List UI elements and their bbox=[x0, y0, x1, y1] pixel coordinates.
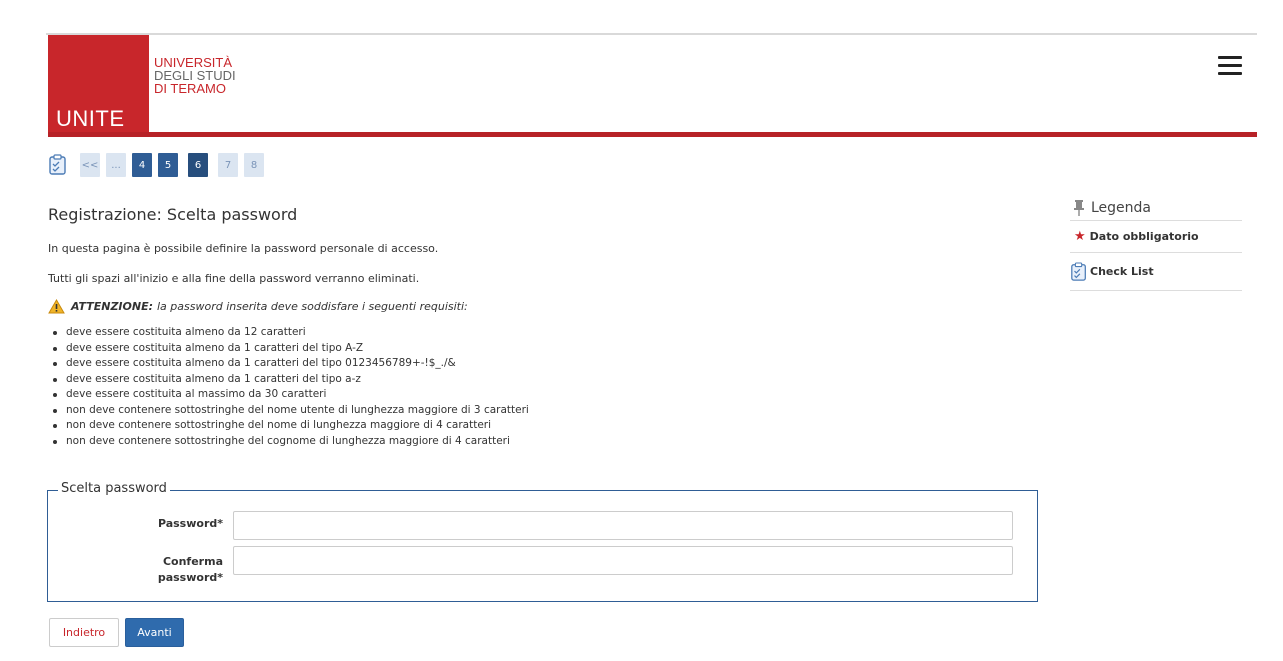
required-star-icon: ★ bbox=[1074, 229, 1086, 244]
warning-message: ATTENZIONE: la password inserita deve so… bbox=[48, 299, 468, 314]
pin-icon bbox=[1074, 199, 1084, 216]
warning-label: ATTENZIONE: bbox=[71, 300, 153, 313]
list-item: deve essere costituita almeno da 1 carat… bbox=[48, 356, 529, 372]
list-item: deve essere costituita al massimo da 30 … bbox=[48, 387, 529, 403]
hamburger-menu-icon[interactable] bbox=[1218, 56, 1242, 76]
warning-icon bbox=[48, 299, 65, 314]
unite-logo[interactable]: UNITE bbox=[48, 35, 149, 132]
list-item: non deve contenere sottostringhe del nom… bbox=[48, 418, 529, 434]
step-ellipsis[interactable]: ... bbox=[106, 153, 126, 177]
warning-text: la password inserita deve soddisfare i s… bbox=[156, 300, 468, 313]
page-title: Registrazione: Scelta password bbox=[48, 205, 298, 224]
logo-line-3: DI TERAMO bbox=[154, 81, 226, 96]
legend-header: Legenda bbox=[1070, 195, 1242, 221]
step-navigation: << ... 4 5 6 7 8 bbox=[48, 152, 270, 178]
legend-checklist-text: Check List bbox=[1090, 265, 1154, 278]
legend-panel: Legenda ★ Dato obbligatorio Check List bbox=[1070, 195, 1242, 291]
step-first[interactable]: << bbox=[80, 153, 100, 177]
password-input[interactable] bbox=[233, 511, 1013, 540]
step-5[interactable]: 5 bbox=[158, 153, 178, 177]
password-fieldset: Scelta password Password* Conferma passw… bbox=[47, 481, 1038, 602]
requirements-list: deve essere costituita almeno da 12 cara… bbox=[48, 325, 529, 449]
legend-required-text: Dato obbligatorio bbox=[1089, 230, 1199, 243]
step-8[interactable]: 8 bbox=[244, 153, 264, 177]
password-label: Password* bbox=[157, 517, 223, 530]
university-name: UNIVERSITÀ DEGLI STUDI DI TERAMO bbox=[154, 56, 236, 95]
confirm-label-line-2: password* bbox=[157, 571, 223, 584]
checklist-icon bbox=[1071, 261, 1086, 281]
step-7[interactable]: 7 bbox=[218, 153, 238, 177]
legend-required: ★ Dato obbligatorio bbox=[1070, 221, 1242, 253]
back-button[interactable]: Indietro bbox=[49, 618, 119, 647]
step-4[interactable]: 4 bbox=[132, 153, 152, 177]
legend-title: Legenda bbox=[1091, 199, 1152, 216]
checklist-icon[interactable] bbox=[48, 154, 68, 176]
list-item: deve essere costituita almeno da 1 carat… bbox=[48, 372, 529, 388]
step-6-current[interactable]: 6 bbox=[188, 153, 208, 177]
intro-text-2: Tutti gli spazi all'inizio e alla fine d… bbox=[48, 272, 420, 285]
confirm-password-input[interactable] bbox=[233, 546, 1013, 575]
list-item: non deve contenere sottostringhe del cog… bbox=[48, 434, 529, 450]
intro-text-1: In questa pagina è possibile definire la… bbox=[48, 242, 439, 255]
legend-checklist[interactable]: Check List bbox=[1070, 253, 1242, 291]
list-item: non deve contenere sottostringhe del nom… bbox=[48, 403, 529, 419]
top-divider bbox=[46, 33, 1257, 35]
header-bar bbox=[48, 132, 1257, 137]
list-item: deve essere costituita almeno da 12 cara… bbox=[48, 325, 529, 341]
logo-abbreviation: UNITE bbox=[56, 106, 125, 131]
list-item: deve essere costituita almeno da 1 carat… bbox=[48, 341, 529, 357]
confirm-password-label: Conferma password* bbox=[128, 554, 223, 586]
next-button[interactable]: Avanti bbox=[125, 618, 184, 647]
confirm-label-line-1: Conferma bbox=[162, 555, 223, 568]
fieldset-legend: Scelta password bbox=[58, 481, 170, 496]
